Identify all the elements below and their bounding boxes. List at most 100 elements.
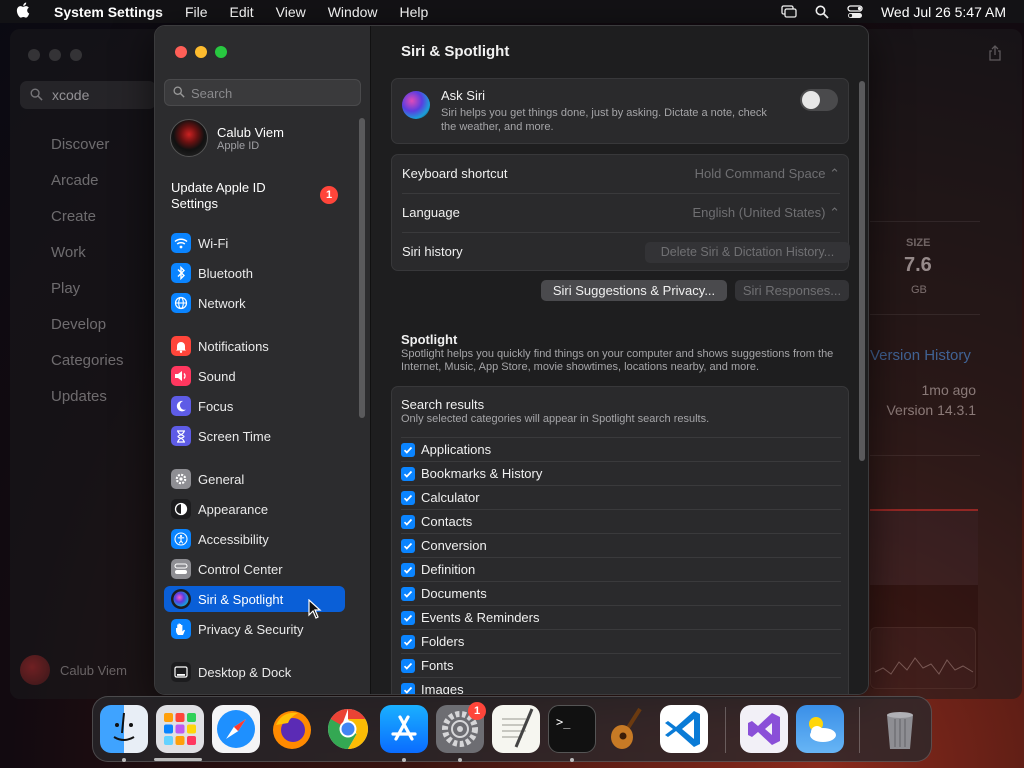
view-menu[interactable]: View xyxy=(276,4,306,20)
sidebar-item-notifications[interactable]: Notifications xyxy=(164,333,345,359)
chrome-icon[interactable] xyxy=(324,705,372,753)
sidebar-item-control-center[interactable]: Control Center xyxy=(164,556,345,582)
category-label: Documents xyxy=(421,586,487,601)
siri-responses-button[interactable]: Siri Responses... xyxy=(735,280,849,301)
sidebar-item-screen-time[interactable]: Screen Time xyxy=(164,423,345,449)
file-menu[interactable]: File xyxy=(185,4,208,20)
screenshot-thumbnail[interactable] xyxy=(870,509,978,689)
category-checkbox-row[interactable]: Conversion xyxy=(401,533,841,557)
sidebar-item-wifi[interactable]: Wi-Fi xyxy=(164,230,345,256)
category-checkbox-row[interactable]: Applications xyxy=(401,437,841,461)
category-checkbox-row[interactable]: Calculator xyxy=(401,485,841,509)
finder-icon[interactable] xyxy=(100,705,148,753)
delete-siri-history-button[interactable]: Delete Siri & Dictation History... xyxy=(645,242,850,263)
screen-mirroring-icon[interactable] xyxy=(781,4,797,19)
category-label: Bookmarks & History xyxy=(421,466,543,481)
checkbox-checked-icon[interactable] xyxy=(401,539,415,553)
window-menu[interactable]: Window xyxy=(328,4,378,20)
sidebar-item-sound[interactable]: Sound xyxy=(164,363,345,389)
sidebar-item-label: Network xyxy=(198,295,246,311)
apple-menu-icon[interactable] xyxy=(16,2,40,22)
share-icon[interactable] xyxy=(988,45,1002,65)
checkbox-checked-icon[interactable] xyxy=(401,635,415,649)
update-apple-id-item[interactable]: Update Apple ID Settings xyxy=(171,180,291,212)
sidebar-item-label: Bluetooth xyxy=(198,265,253,281)
nav-discover[interactable]: Discover xyxy=(51,136,109,153)
nav-develop[interactable]: Develop xyxy=(51,316,106,333)
nav-categories[interactable]: Categories xyxy=(51,352,124,369)
zoom-button[interactable] xyxy=(215,46,227,58)
nav-arcade[interactable]: Arcade xyxy=(51,172,99,189)
update-badge: 1 xyxy=(320,186,338,204)
minimize-button[interactable] xyxy=(195,46,207,58)
sidebar-item-appearance[interactable]: Appearance xyxy=(164,496,345,522)
category-checkbox-row[interactable]: Events & Reminders xyxy=(401,605,841,629)
checkbox-checked-icon[interactable] xyxy=(401,611,415,625)
siri-suggestions-privacy-button[interactable]: Siri Suggestions & Privacy... xyxy=(541,280,727,301)
apple-id-account[interactable]: Calub Viem Apple ID xyxy=(170,119,284,157)
sidebar-item-accessibility[interactable]: Accessibility xyxy=(164,526,345,552)
checkbox-checked-icon[interactable] xyxy=(401,683,415,694)
sidebar-search-field[interactable]: Search xyxy=(164,79,361,106)
search-icon xyxy=(30,88,43,104)
textedit-icon[interactable] xyxy=(492,705,540,753)
sidebar-item-label: Privacy & Security xyxy=(198,621,304,637)
sidebar-item-general[interactable]: General xyxy=(164,466,345,492)
language-value: English (United States) xyxy=(692,205,826,220)
category-checkbox-row[interactable]: Contacts xyxy=(401,509,841,533)
checkbox-checked-icon[interactable] xyxy=(401,467,415,481)
safari-icon[interactable] xyxy=(212,705,260,753)
category-checkbox-row[interactable]: Bookmarks & History xyxy=(401,461,841,485)
category-checkbox-row[interactable]: Folders xyxy=(401,629,841,653)
sidebar-item-bluetooth[interactable]: Bluetooth xyxy=(164,260,345,286)
system-settings-window: Search Calub Viem Apple ID Update Apple … xyxy=(154,25,869,695)
checkbox-checked-icon[interactable] xyxy=(401,563,415,577)
visual-studio-icon[interactable] xyxy=(740,705,788,753)
checkbox-checked-icon[interactable] xyxy=(401,659,415,673)
category-checkbox-row[interactable]: Fonts xyxy=(401,653,841,677)
running-indicator xyxy=(570,758,574,762)
checkbox-checked-icon[interactable] xyxy=(401,515,415,529)
category-checkbox-row[interactable]: Definition xyxy=(401,557,841,581)
app-name-menu[interactable]: System Settings xyxy=(54,4,163,20)
weather-icon[interactable] xyxy=(796,705,844,753)
nav-work[interactable]: Work xyxy=(51,244,86,261)
sidebar-item-desktop-dock[interactable]: Desktop & Dock xyxy=(164,659,345,685)
close-button[interactable] xyxy=(175,46,187,58)
ask-siri-description: Siri helps you get things done, just by … xyxy=(441,107,767,133)
app-store-search-field[interactable]: xcode xyxy=(20,81,156,109)
language-popup[interactable]: English (United States) ⌃ xyxy=(693,205,840,221)
control-center-menu-icon[interactable] xyxy=(847,4,863,19)
dock-separator xyxy=(859,707,860,753)
nav-updates[interactable]: Updates xyxy=(51,388,107,405)
sidebar-item-network[interactable]: Network xyxy=(164,290,345,316)
garageband-icon[interactable] xyxy=(604,705,652,753)
content-scrollbar[interactable] xyxy=(859,81,865,461)
menu-clock[interactable]: Wed Jul 26 5:47 AM xyxy=(881,4,1006,20)
vscode-icon[interactable] xyxy=(660,705,708,753)
app-store-account[interactable]: Calub Viem xyxy=(20,655,127,685)
siri-options-group: Keyboard shortcut Hold Command Space ⌃ L… xyxy=(391,154,850,271)
spotlight-title: Spotlight xyxy=(401,332,458,347)
category-checkbox-row[interactable]: Documents xyxy=(401,581,841,605)
spotlight-search-icon[interactable] xyxy=(815,5,829,19)
sidebar-scrollbar[interactable] xyxy=(359,118,365,418)
app-store-icon[interactable] xyxy=(380,705,428,753)
firefox-icon[interactable] xyxy=(268,705,316,753)
checkbox-checked-icon[interactable] xyxy=(401,491,415,505)
version-history-link[interactable]: Version History xyxy=(870,347,971,364)
help-menu[interactable]: Help xyxy=(400,4,429,20)
terminal-icon[interactable]: >_ xyxy=(548,705,596,753)
nav-play[interactable]: Play xyxy=(51,280,80,297)
category-checkbox-row[interactable]: Images xyxy=(401,677,841,694)
checkbox-checked-icon[interactable] xyxy=(401,443,415,457)
trash-icon[interactable] xyxy=(876,705,924,753)
ask-siri-toggle[interactable] xyxy=(800,89,838,111)
edit-menu[interactable]: Edit xyxy=(230,4,254,20)
nav-create[interactable]: Create xyxy=(51,208,96,225)
checkbox-checked-icon[interactable] xyxy=(401,587,415,601)
keyboard-shortcut-popup[interactable]: Hold Command Space ⌃ xyxy=(695,166,840,182)
launchpad-icon[interactable] xyxy=(156,705,204,753)
sidebar-item-focus[interactable]: Focus xyxy=(164,393,345,419)
search-results-group: Search results Only selected categories … xyxy=(391,386,849,694)
